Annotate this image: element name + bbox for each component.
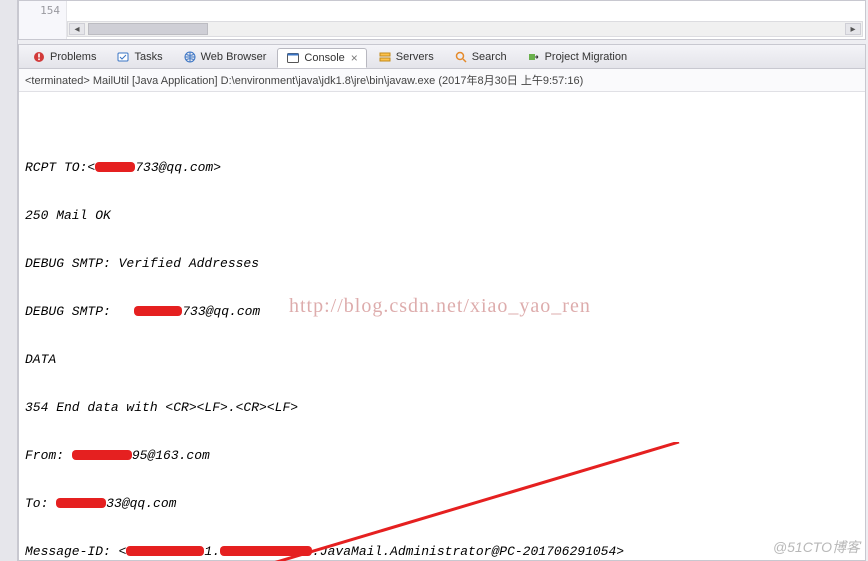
- tab-label: Tasks: [134, 51, 162, 63]
- console-output[interactable]: http://blog.csdn.net/xiao_yao_ren RCPT T…: [19, 92, 865, 561]
- tab-label: Console: [304, 52, 344, 64]
- tab-servers[interactable]: Servers: [369, 47, 443, 67]
- editor-scrollbar[interactable]: ◂ ▸: [67, 21, 863, 37]
- scroll-left-icon[interactable]: ◂: [69, 23, 85, 35]
- tab-label: Search: [472, 51, 507, 63]
- redaction: [220, 546, 312, 556]
- globe-icon: [183, 50, 197, 64]
- console-line: 354 End data with <CR><LF>.<CR><LF>: [25, 400, 859, 416]
- tab-console[interactable]: Console ×: [277, 48, 366, 68]
- redaction: [56, 498, 106, 508]
- tab-project-migration[interactable]: Project Migration: [518, 47, 637, 67]
- close-icon[interactable]: ×: [351, 51, 358, 65]
- console-line: From: 95@163.com: [25, 448, 859, 464]
- redaction: [126, 546, 204, 556]
- server-icon: [378, 50, 392, 64]
- redaction: [95, 162, 135, 172]
- tab-label: Web Browser: [201, 51, 267, 63]
- editor-area[interactable]: 154 ◂ ▸: [18, 0, 866, 40]
- scroll-right-icon[interactable]: ▸: [845, 23, 861, 35]
- migration-icon: [527, 50, 541, 64]
- bottom-panel: Problems Tasks Web Browser Console × S: [18, 44, 866, 561]
- redaction: [134, 306, 182, 316]
- console-icon: [286, 51, 300, 65]
- tab-tasks[interactable]: Tasks: [107, 47, 171, 67]
- warning-icon: [32, 50, 46, 64]
- tab-search[interactable]: Search: [445, 47, 516, 67]
- console-line: Message-ID: <1..JavaMail.Administrator@P…: [25, 544, 859, 560]
- console-line: 250 Mail OK: [25, 208, 859, 224]
- tab-bar: Problems Tasks Web Browser Console × S: [19, 45, 865, 69]
- tab-problems[interactable]: Problems: [23, 47, 105, 67]
- search-icon: [454, 50, 468, 64]
- tab-label: Project Migration: [545, 51, 628, 63]
- corner-watermark: @51CTO博客: [773, 537, 860, 557]
- launch-description: <terminated> MailUtil [Java Application]…: [19, 69, 865, 92]
- tab-webbrowser[interactable]: Web Browser: [174, 47, 276, 67]
- tab-label: Problems: [50, 51, 96, 63]
- redaction: [72, 450, 132, 460]
- left-rail: ⋮: [0, 0, 18, 561]
- console-line: DATA: [25, 352, 859, 368]
- task-icon: [116, 50, 130, 64]
- scroll-thumb[interactable]: [88, 23, 208, 35]
- line-number: 154: [40, 4, 60, 17]
- editor-gutter: 154: [19, 1, 67, 39]
- console-line: To: 33@qq.com: [25, 496, 859, 512]
- console-line: RCPT TO:<733@qq.com>: [25, 160, 859, 176]
- console-line: DEBUG SMTP: Verified Addresses: [25, 256, 859, 272]
- console-line: DEBUG SMTP: 733@qq.com: [25, 304, 859, 320]
- tab-label: Servers: [396, 51, 434, 63]
